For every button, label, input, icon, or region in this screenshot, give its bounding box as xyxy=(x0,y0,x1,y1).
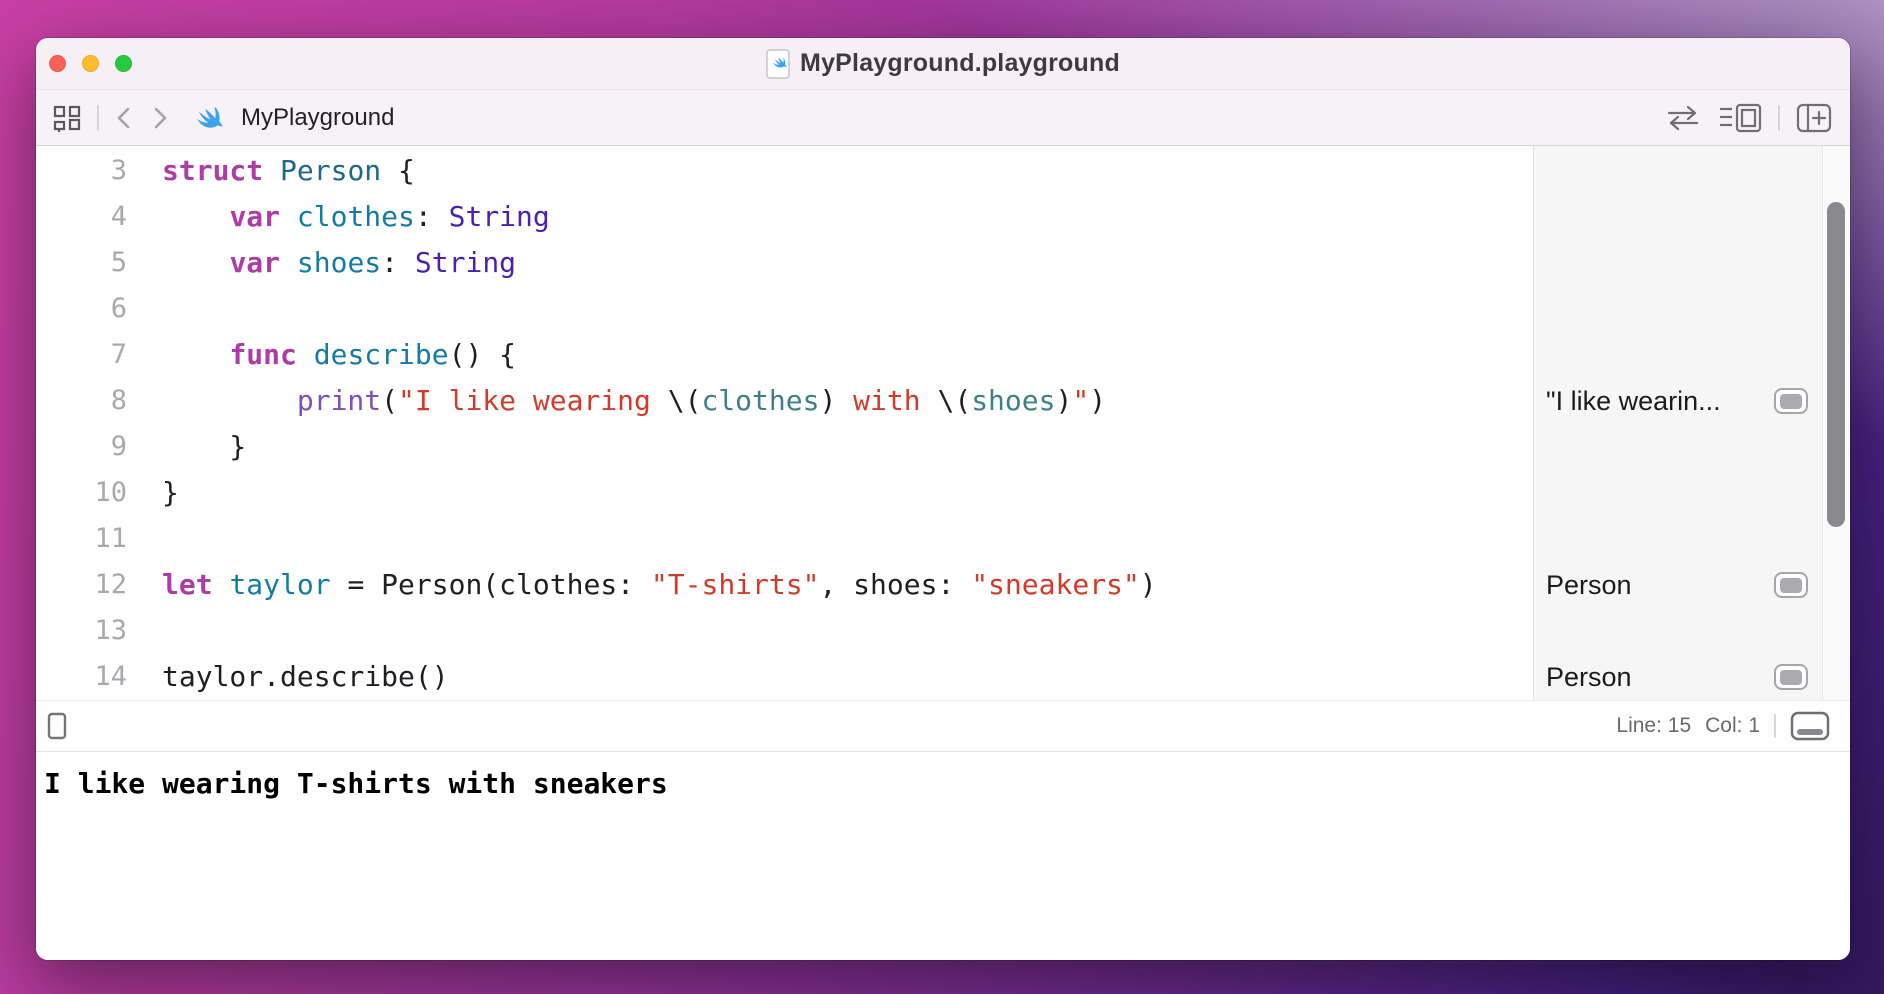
code-text: var clothes: String xyxy=(127,194,550,240)
code-line: 8 print("I like wearing \(clothes) with … xyxy=(36,378,1533,424)
result-value: Person xyxy=(1546,570,1774,601)
minimize-window-button[interactable] xyxy=(82,55,99,72)
toolbar-separator xyxy=(1778,105,1780,131)
code-line: 11 xyxy=(36,516,1533,562)
code-line: 5 var shoes: String xyxy=(36,240,1533,286)
line-number: 13 xyxy=(36,608,127,654)
playground-document-icon xyxy=(766,49,790,79)
xcode-playground-window: MyPlayground.playground xyxy=(36,38,1850,960)
results-sidebar: "I like wearin... Person Person xyxy=(1533,146,1822,700)
line-number: 7 xyxy=(36,332,127,378)
cursor-position[interactable]: Line: 15 Col: 1 xyxy=(1616,714,1760,738)
swift-file-icon xyxy=(195,104,223,132)
editor-scrollbar[interactable] xyxy=(1822,146,1850,700)
close-window-button[interactable] xyxy=(49,55,66,72)
line-number: 5 xyxy=(36,240,127,286)
code-text xyxy=(127,608,162,654)
line-number: 14 xyxy=(36,654,127,700)
breadcrumb[interactable]: MyPlayground xyxy=(241,104,394,132)
line-number: 10 xyxy=(36,470,127,516)
code-line: 6 xyxy=(36,286,1533,332)
code-text: } xyxy=(127,470,179,516)
window-title: MyPlayground.playground xyxy=(800,49,1120,78)
code-text: func describe() { xyxy=(127,332,516,378)
show-result-button[interactable] xyxy=(1774,388,1808,414)
traffic-lights xyxy=(36,55,132,72)
related-items-icon[interactable] xyxy=(51,102,83,134)
editor-content: 3struct Person {4 var clothes: String5 v… xyxy=(36,146,1850,700)
code-line: 10} xyxy=(36,470,1533,516)
code-line: 3struct Person { xyxy=(36,148,1533,194)
code-review-icon[interactable] xyxy=(1664,105,1702,131)
line-number: 3 xyxy=(36,148,127,194)
scrollbar-thumb[interactable] xyxy=(1827,202,1845,527)
code-text: print("I like wearing \(clothes) with \(… xyxy=(127,378,1106,424)
hide-console-icon[interactable] xyxy=(1790,711,1830,741)
code-line: 4 var clothes: String xyxy=(36,194,1533,240)
show-result-button[interactable] xyxy=(1774,664,1808,690)
zoom-window-button[interactable] xyxy=(115,55,132,72)
status-separator xyxy=(1774,714,1776,738)
code-editor[interactable]: 3struct Person {4 var clothes: String5 v… xyxy=(36,146,1533,700)
show-result-button[interactable] xyxy=(1774,572,1808,598)
code-line: 7 func describe() { xyxy=(36,332,1533,378)
code-text: } xyxy=(127,424,246,470)
code-line: 13 xyxy=(36,608,1533,654)
code-text: let taylor = Person(clothes: "T-shirts",… xyxy=(127,562,1157,608)
editor-options-icon[interactable] xyxy=(1718,103,1762,133)
line-number: 8 xyxy=(36,378,127,424)
result-value: Person xyxy=(1546,662,1774,693)
line-number: 11 xyxy=(36,516,127,562)
code-line: 14taylor.describe() xyxy=(36,654,1533,700)
code-text: var shoes: String xyxy=(127,240,516,286)
editor-toolbar: MyPlayground xyxy=(36,90,1850,146)
code-text xyxy=(127,286,162,332)
navigate-back-icon[interactable] xyxy=(113,104,135,132)
code-text: struct Person { xyxy=(127,148,415,194)
line-indicator: Line: 15 xyxy=(1616,714,1691,738)
toolbar-separator xyxy=(97,105,99,131)
code-text: taylor.describe() xyxy=(127,654,449,700)
result-row: "I like wearin... xyxy=(1534,378,1822,424)
result-row: Person xyxy=(1534,562,1822,608)
col-indicator: Col: 1 xyxy=(1705,714,1760,738)
line-number: 6 xyxy=(36,286,127,332)
line-number: 9 xyxy=(36,424,127,470)
run-indicator-icon[interactable] xyxy=(46,712,68,740)
console-output-area[interactable]: I like wearing T-shirts with sneakers xyxy=(36,752,1850,960)
code-line: 12let taylor = Person(clothes: "T-shirts… xyxy=(36,562,1533,608)
line-number: 4 xyxy=(36,194,127,240)
status-bar: Line: 15 Col: 1 xyxy=(36,700,1850,752)
navigate-forward-icon[interactable] xyxy=(149,104,171,132)
result-value: "I like wearin... xyxy=(1546,386,1774,417)
code-line: 9 } xyxy=(36,424,1533,470)
result-row: Person xyxy=(1534,654,1822,700)
title-bar[interactable]: MyPlayground.playground xyxy=(36,38,1850,90)
code-text xyxy=(127,516,162,562)
console-output: I like wearing T-shirts with sneakers xyxy=(44,764,1842,804)
add-editor-icon[interactable] xyxy=(1796,103,1832,133)
line-number: 12 xyxy=(36,562,127,608)
